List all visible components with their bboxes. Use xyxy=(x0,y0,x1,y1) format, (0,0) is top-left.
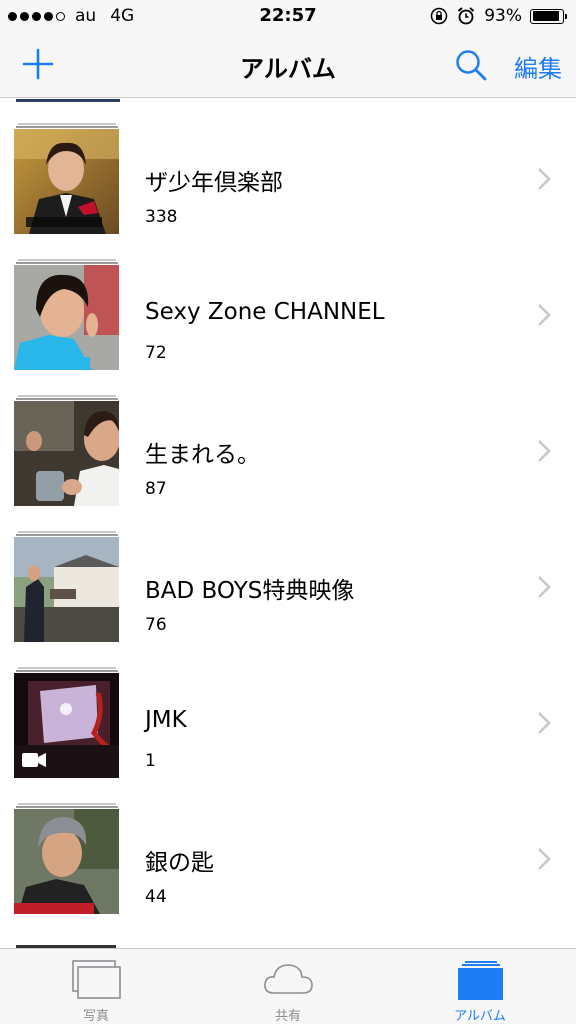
status-bar: au 4G 22:57 93% xyxy=(0,0,576,32)
status-right: 93% xyxy=(430,6,567,26)
tab-albums[interactable]: アルバム xyxy=(384,949,576,1024)
album-thumbnail xyxy=(14,673,119,778)
album-name: ザ少年倶楽部 xyxy=(145,170,283,196)
album-count: 1 xyxy=(145,751,156,771)
album-thumbnail xyxy=(14,265,119,370)
navigation-bar: アルバム 編集 xyxy=(0,32,576,98)
cloud-icon xyxy=(264,964,313,994)
album-row[interactable]: Sexy Zone CHANNEL 72 xyxy=(0,257,576,393)
album-count: 44 xyxy=(145,887,167,907)
album-row[interactable]: BAD BOYS特典映像 76 xyxy=(0,529,576,665)
battery-level-fill xyxy=(532,11,560,21)
album-row[interactable]: 生まれる。 87 xyxy=(0,393,576,529)
album-row[interactable]: ザ少年倶楽部 338 xyxy=(0,121,576,257)
tab-shared[interactable]: 共有 xyxy=(192,949,384,1024)
tab-photos[interactable]: 写真 xyxy=(0,949,192,1024)
tab-label: 写真 xyxy=(82,1009,109,1024)
alarm-icon xyxy=(458,7,475,25)
album-name: Sexy Zone CHANNEL xyxy=(145,299,385,325)
chevron-right-icon xyxy=(538,848,551,870)
tab-bar: 写真 共有 アルバム xyxy=(0,948,576,1024)
battery-icon xyxy=(530,8,567,24)
album-thumbnail xyxy=(14,401,119,506)
tab-label: 共有 xyxy=(274,1009,301,1024)
chevron-right-icon xyxy=(538,712,551,734)
rotation-lock-icon xyxy=(430,7,448,25)
album-name: 銀の匙 xyxy=(145,850,214,876)
photos-icon xyxy=(72,960,121,999)
album-count: 338 xyxy=(145,207,178,227)
album-list[interactable]: ザ少年倶楽部 338 Sexy Zone CHANNEL 72 生まれる。 87… xyxy=(0,99,576,948)
album-thumbnail xyxy=(14,129,119,234)
albums-icon xyxy=(458,961,503,1000)
album-count: 72 xyxy=(145,343,167,363)
tab-label: アルバム xyxy=(454,1009,506,1024)
album-name: BAD BOYS特典映像 xyxy=(145,578,355,604)
album-name: JMK xyxy=(145,707,187,733)
edit-button[interactable]: 編集 xyxy=(514,49,562,84)
search-icon[interactable] xyxy=(454,48,488,82)
album-thumbnail xyxy=(14,809,119,914)
album-row[interactable]: JMK 1 xyxy=(0,665,576,801)
album-count: 87 xyxy=(145,479,167,499)
chevron-right-icon xyxy=(538,576,551,598)
plus-icon[interactable] xyxy=(22,48,54,80)
chevron-right-icon xyxy=(538,304,551,326)
page-title: アルバム xyxy=(240,55,336,83)
chevron-right-icon xyxy=(538,168,551,190)
partial-album-thumbnail xyxy=(16,99,120,102)
album-count: 76 xyxy=(145,615,167,635)
album-row[interactable]: 銀の匙 44 xyxy=(0,801,576,937)
album-thumbnail xyxy=(14,537,119,642)
chevron-right-icon xyxy=(538,440,551,462)
album-name: 生まれる。 xyxy=(145,442,260,468)
battery-percent: 93% xyxy=(484,6,522,26)
